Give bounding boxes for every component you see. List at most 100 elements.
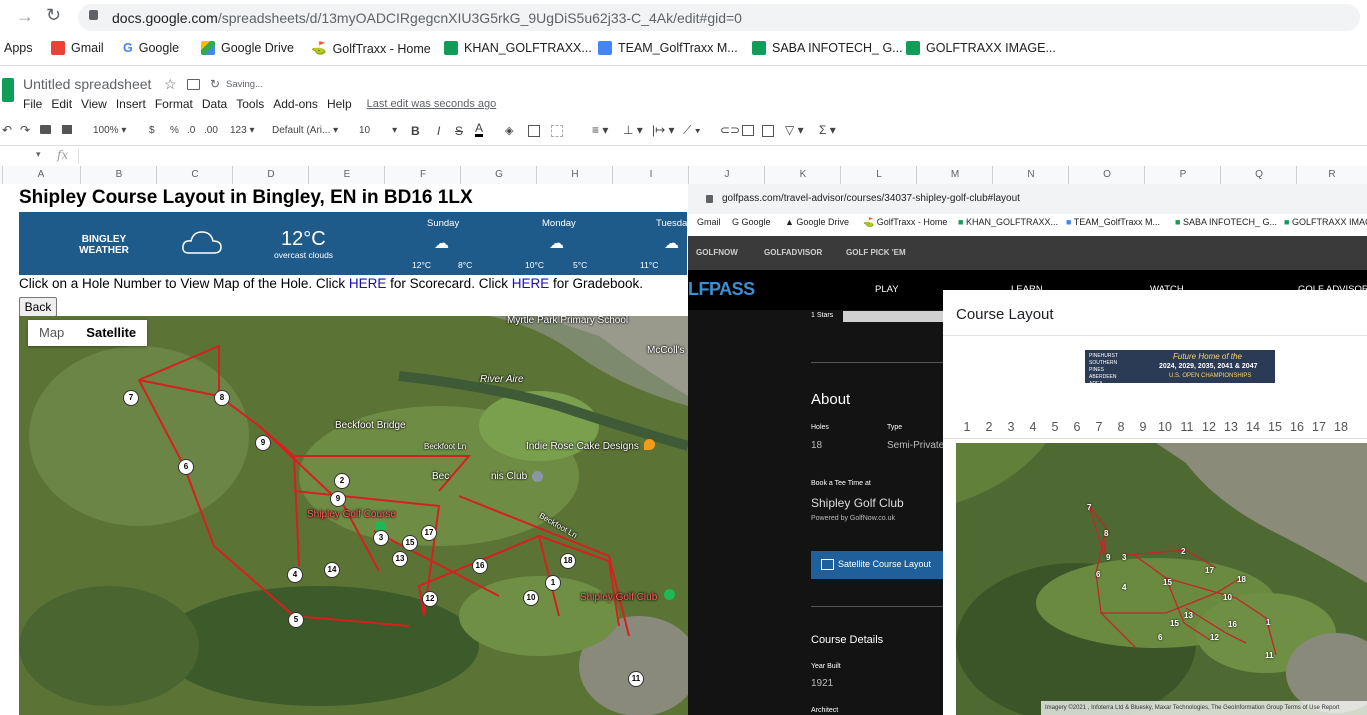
hole-tab[interactable]: 10	[1154, 420, 1176, 434]
hole-marker[interactable]: 13	[1184, 611, 1193, 620]
font-select[interactable]: Default (Ari... ▾	[272, 125, 338, 136]
column-header[interactable]: O	[1068, 166, 1145, 184]
us-open-banner[interactable]: PINEHURST SOUTHERN PINES ABERDEEN AREA F…	[1085, 350, 1275, 383]
hole-marker[interactable]: 4	[1122, 583, 1126, 592]
column-header[interactable]: C	[156, 166, 233, 184]
hole-tab[interactable]: 4	[1022, 420, 1044, 434]
hole-tab[interactable]: 16	[1286, 420, 1308, 434]
hole-marker[interactable]: 12	[1210, 633, 1219, 642]
hole-marker[interactable]: 9	[1106, 553, 1110, 562]
hole-marker[interactable]: 15	[402, 535, 418, 551]
menu-format[interactable]: Format	[155, 97, 193, 111]
font-size-select[interactable]: 10 ▾	[359, 125, 397, 136]
redo-icon-2[interactable]: ↷	[20, 123, 30, 137]
golfpass-url[interactable]: golfpass.com/travel-advisor/courses/3403…	[722, 193, 1020, 204]
italic-button[interactable]: I	[437, 124, 440, 138]
functions-icon[interactable]: Σ ▾	[819, 123, 836, 137]
hole-marker[interactable]: 4	[287, 567, 303, 583]
hole-marker[interactable]: 1	[1266, 618, 1270, 627]
print-icon[interactable]	[40, 125, 51, 134]
chart-icon[interactable]	[762, 125, 774, 137]
hole-marker[interactable]: 10	[1223, 593, 1232, 602]
merge-cells-icon[interactable]	[551, 125, 563, 137]
redo-icon[interactable]: ↶	[2, 123, 12, 137]
report-link[interactable]: Report	[1321, 705, 1339, 711]
place-pin-icon[interactable]	[532, 471, 543, 482]
bookmark-khan-golftraxx[interactable]: KHAN_GOLFTRAXX...	[444, 41, 592, 55]
text-color-button[interactable]: A	[475, 122, 484, 137]
formula-input[interactable]	[78, 148, 1359, 164]
tee-time-club[interactable]: Shipley Golf Club	[811, 496, 904, 510]
hole-marker[interactable]: 18	[1237, 575, 1246, 584]
more-formats-button[interactable]: 123 ▾	[230, 125, 255, 136]
hole-marker[interactable]: 14	[324, 562, 340, 578]
bookmark[interactable]: ■ SABA INFOTECH_ G...	[1175, 217, 1277, 227]
column-header[interactable]: J	[688, 166, 765, 184]
hole-marker[interactable]: 6	[178, 459, 194, 475]
hole-marker[interactable]: 8	[1104, 529, 1108, 538]
bookmark[interactable]: G Google	[732, 217, 771, 227]
food-pin-icon[interactable]	[644, 439, 655, 450]
bookmark-apps[interactable]: Apps	[4, 41, 33, 55]
golfpass-logo[interactable]: LFPASS	[688, 279, 755, 300]
bookmark[interactable]: ⛳ GolfTraxx - Home	[863, 217, 947, 228]
hole-tab[interactable]: 8	[1110, 420, 1132, 434]
menu-help[interactable]: Help	[327, 97, 352, 111]
golf-pin-icon[interactable]	[664, 589, 675, 600]
bookmark[interactable]: ■ GOLFTRAXX IMAGE	[1284, 217, 1367, 227]
hole-marker[interactable]: 11	[1265, 651, 1273, 660]
valign-icon[interactable]: ⊥ ▾	[623, 123, 643, 137]
hole-marker[interactable]: 16	[472, 558, 488, 574]
bookmark-golftraxx-home[interactable]: ⛳ GolfTraxx - Home	[311, 41, 431, 56]
hole-marker[interactable]: 9	[255, 435, 271, 451]
hole-marker[interactable]: 12	[422, 591, 438, 607]
bookmark-saba-infotech[interactable]: SABA INFOTECH_ G...	[752, 41, 903, 55]
align-icon[interactable]: ≡ ▾	[592, 123, 608, 137]
last-edit-link[interactable]: Last edit was seconds ago	[367, 98, 497, 111]
hole-tab[interactable]: 6	[1066, 420, 1088, 434]
hole-marker[interactable]: 2	[334, 473, 350, 489]
url-text[interactable]: docs.google.com/spreadsheets/d/13myOADCI…	[112, 10, 742, 26]
bookmark[interactable]: ■ KHAN_GOLFTRAXX...	[958, 217, 1058, 227]
hole-marker[interactable]: 16	[1228, 620, 1237, 629]
hole-tab[interactable]: 3	[1000, 420, 1022, 434]
hole-marker[interactable]: 7	[1087, 503, 1091, 512]
bold-button[interactable]: B	[411, 124, 420, 138]
column-header[interactable]: Q	[1220, 166, 1297, 184]
bookmark-gmail[interactable]: Gmail	[51, 41, 104, 55]
filter-icon[interactable]: ▽ ▾	[785, 123, 804, 137]
hole-marker[interactable]: 17	[1205, 566, 1214, 575]
hole-marker[interactable]: 5	[288, 612, 304, 628]
strikethrough-button[interactable]: S	[455, 124, 463, 138]
menu-edit[interactable]: Edit	[51, 97, 72, 111]
hole-tab[interactable]: 13	[1220, 420, 1242, 434]
hole-marker[interactable]: 9	[330, 491, 346, 507]
paint-format-icon[interactable]	[62, 125, 72, 134]
weather-widget[interactable]: BINGLEY WEATHER 12°C overcast clouds Sun…	[19, 212, 687, 275]
currency-button[interactable]: $	[149, 125, 155, 136]
reload-icon[interactable]: ↻	[46, 5, 61, 26]
doc-title[interactable]: Untitled spreadsheet	[23, 76, 151, 92]
hole-tab[interactable]: 18	[1330, 420, 1352, 434]
column-header[interactable]: K	[764, 166, 841, 184]
star-icon[interactable]: ☆	[164, 76, 177, 93]
hole-marker[interactable]: 3	[1122, 553, 1126, 562]
hole-marker[interactable]: 6	[1096, 570, 1100, 579]
forward-icon[interactable]: →	[16, 6, 34, 27]
hole-tab[interactable]: 12	[1198, 420, 1220, 434]
hole-marker[interactable]: 6	[1158, 633, 1162, 642]
hole-tab[interactable]: 2	[978, 420, 1000, 434]
move-folder-icon[interactable]	[187, 79, 200, 90]
column-header[interactable]: H	[536, 166, 613, 184]
bookmark-team-golftraxx[interactable]: TEAM_GolfTraxx M...	[598, 41, 738, 55]
hole-tab[interactable]: 17	[1308, 420, 1330, 434]
hole-tab[interactable]: 15	[1264, 420, 1286, 434]
hole-marker[interactable]: 11	[628, 671, 644, 687]
wrap-icon[interactable]: |↦ ▾	[652, 123, 675, 137]
column-header[interactable]: B	[80, 166, 157, 184]
nav-golfadvisor[interactable]: GOLFADVISOR	[764, 248, 822, 257]
hole-tab[interactable]: 9	[1132, 420, 1154, 434]
bookmark-google[interactable]: G Google	[123, 41, 179, 55]
bookmark[interactable]: ■ TEAM_GolfTraxx M...	[1066, 217, 1160, 227]
hole-marker[interactable]: 15	[1170, 619, 1179, 628]
